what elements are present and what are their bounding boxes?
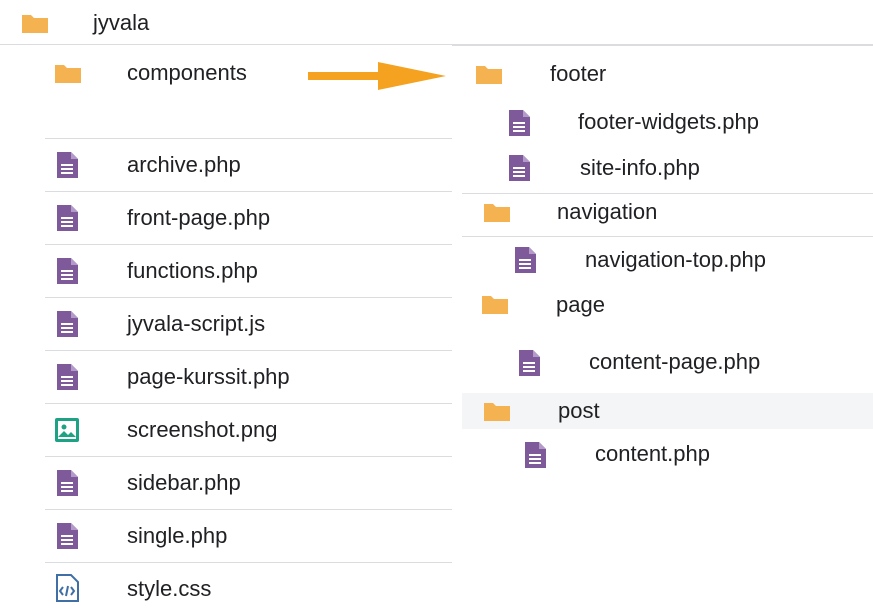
list-item-label: front-page.php [127, 205, 271, 230]
list-item-footer[interactable]: footer [462, 51, 873, 97]
list-item-label: functions.php [127, 258, 258, 283]
folder-icon [474, 59, 504, 89]
folder-icon [482, 396, 512, 426]
list-item-site-info[interactable]: site-info.php [492, 145, 873, 191]
list-item-label: navigation [557, 199, 658, 224]
document-icon [52, 256, 82, 286]
list-item-label: style.css [127, 576, 212, 601]
list-item-label: post [558, 398, 600, 423]
list-item-sidebar[interactable]: sidebar.php [45, 457, 452, 509]
list-item-archive[interactable]: archive.php [45, 139, 452, 191]
list-item-label: site-info.php [580, 155, 700, 180]
list-item-screenshot[interactable]: screenshot.png [45, 404, 452, 456]
list-item-jyvala-script[interactable]: jyvala-script.js [45, 298, 452, 350]
document-icon [514, 348, 544, 378]
list-item-label: content.php [595, 441, 710, 466]
document-icon [52, 309, 82, 339]
document-icon [52, 150, 82, 180]
list-item-label: footer [550, 61, 607, 86]
list-item-label: screenshot.png [127, 417, 278, 442]
list-item-label: jyvala-script.js [127, 311, 266, 336]
list-item-page-kurssit[interactable]: page-kurssit.php [45, 351, 452, 403]
list-item-post[interactable]: post [462, 393, 873, 429]
code-icon [52, 573, 82, 603]
list-item-functions[interactable]: functions.php [45, 245, 452, 297]
document-icon [504, 153, 534, 183]
folder-icon [482, 197, 512, 227]
arrow-right-icon [308, 60, 448, 92]
list-item-label: page [556, 292, 605, 317]
document-icon [520, 440, 550, 470]
list-item-page[interactable]: page [462, 285, 873, 331]
list-item-label: components [127, 60, 247, 85]
list-item-footer-widgets[interactable]: footer-widgets.php [492, 98, 873, 144]
list-item-single[interactable]: single.php [45, 510, 452, 562]
document-icon [52, 203, 82, 233]
list-item-label: content-page.php [589, 349, 761, 374]
list-item-navigation-top[interactable]: navigation-top.php [492, 237, 873, 283]
list-item-label: sidebar.php [127, 470, 241, 495]
list-item-style[interactable]: style.css [45, 563, 452, 611]
list-item-label: archive.php [127, 152, 241, 177]
list-item-label: footer-widgets.php [578, 109, 759, 134]
document-icon [52, 521, 82, 551]
folder-icon [53, 58, 83, 88]
folder-icon [480, 289, 510, 319]
document-icon [504, 108, 534, 138]
list-item-label: page-kurssit.php [127, 364, 290, 389]
right-file-list: footer footer-widgets.php site-info.php … [452, 45, 873, 580]
image-icon [52, 415, 82, 445]
list-item-content-page[interactable]: content-page.php [492, 341, 873, 387]
list-item-navigation[interactable]: navigation [462, 194, 873, 236]
list-item-label: single.php [127, 523, 228, 548]
list-item-label: navigation-top.php [585, 247, 767, 272]
divider [452, 45, 873, 46]
list-item-content[interactable]: content.php [492, 433, 873, 479]
document-icon [52, 468, 82, 498]
document-icon [52, 362, 82, 392]
list-item-front-page[interactable]: front-page.php [45, 192, 452, 244]
document-icon [510, 245, 540, 275]
